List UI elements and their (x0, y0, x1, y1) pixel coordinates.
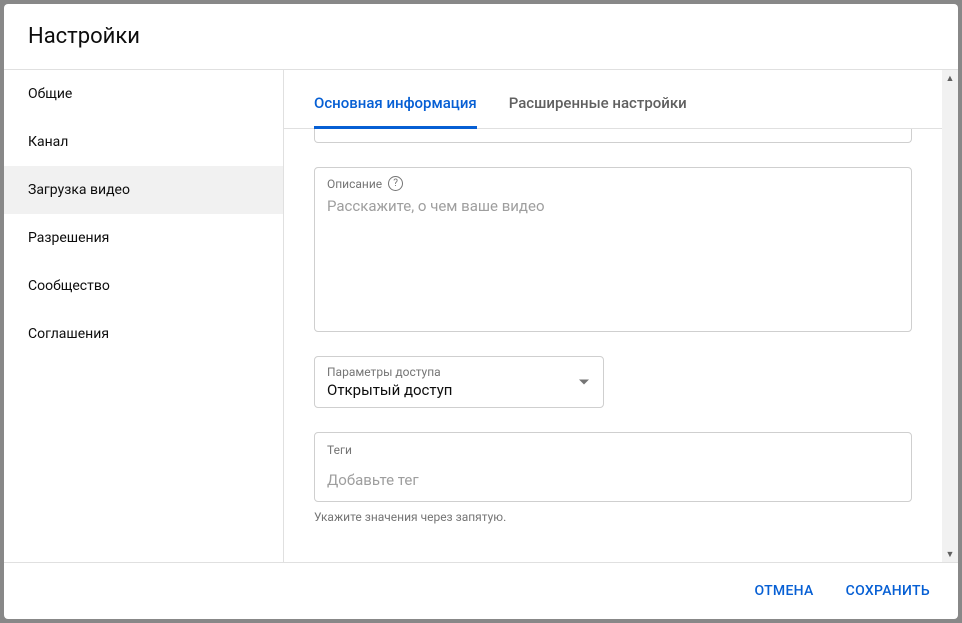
tags-helper: Укажите значения через запятую. (314, 510, 912, 524)
sidebar-item-agreements[interactable]: Соглашения (4, 310, 283, 358)
tabs: Основная информация Расширенные настройк… (284, 70, 942, 129)
sidebar: Общие Канал Загрузка видео Разрешения Со… (4, 70, 284, 562)
scroll-up-icon[interactable]: ▲ (942, 70, 958, 86)
modal-header: Настройки (4, 4, 958, 70)
title-field-bottom[interactable] (314, 129, 912, 143)
content-area: Описание ? Параметры доступа Открытый до… (284, 129, 942, 562)
scrollbar[interactable]: ▲ ▼ (942, 70, 958, 562)
modal-title: Настройки (28, 24, 934, 49)
tags-input[interactable] (327, 471, 899, 489)
description-field[interactable]: Описание ? (314, 167, 912, 332)
description-input[interactable] (327, 197, 899, 317)
tags-label: Теги (327, 443, 899, 457)
modal-body: Общие Канал Загрузка видео Разрешения Со… (4, 70, 958, 562)
main-panel: ▲ ▼ Основная информация Расширенные наст… (284, 70, 958, 562)
description-label-text: Описание (327, 177, 382, 191)
tags-field[interactable]: Теги (314, 432, 912, 502)
visibility-value: Открытый доступ (327, 381, 591, 399)
tab-basic-info[interactable]: Основная информация (314, 70, 477, 129)
modal-footer: ОТМЕНА СОХРАНИТЬ (4, 562, 958, 619)
sidebar-item-general[interactable]: Общие (4, 70, 283, 118)
description-label: Описание ? (327, 176, 899, 191)
help-icon[interactable]: ? (388, 176, 403, 191)
sidebar-item-community[interactable]: Сообщество (4, 262, 283, 310)
sidebar-item-channel[interactable]: Канал (4, 118, 283, 166)
cancel-button[interactable]: ОТМЕНА (750, 577, 817, 605)
save-button[interactable]: СОХРАНИТЬ (842, 577, 934, 605)
scroll-down-icon[interactable]: ▼ (942, 546, 958, 562)
visibility-select[interactable]: Параметры доступа Открытый доступ (314, 356, 604, 408)
visibility-label: Параметры доступа (327, 365, 591, 379)
tab-advanced[interactable]: Расширенные настройки (509, 70, 687, 129)
sidebar-item-upload[interactable]: Загрузка видео (4, 166, 283, 214)
settings-modal: Настройки Общие Канал Загрузка видео Раз… (4, 4, 958, 619)
chevron-down-icon (579, 380, 589, 385)
sidebar-item-permissions[interactable]: Разрешения (4, 214, 283, 262)
